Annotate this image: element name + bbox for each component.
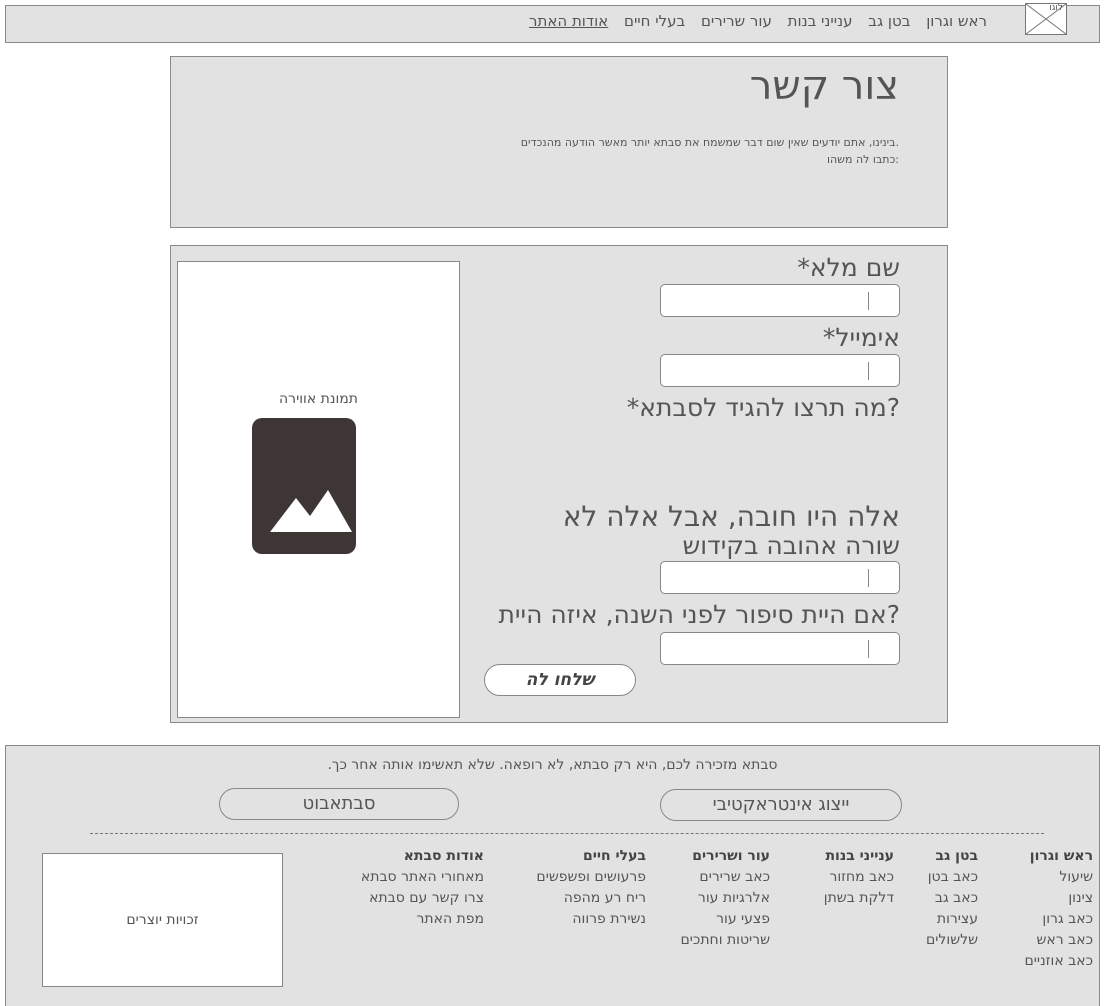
footer-column-heading[interactable]: ראש וגרון: [1025, 846, 1093, 867]
mood-image-box: תמונת אווירה: [177, 261, 460, 718]
story-label: ?אם היית סיפור לפני השנה, איזה היית: [498, 600, 900, 629]
footer-link[interactable]: מפת האתר: [361, 909, 484, 930]
message-area[interactable]: [600, 428, 900, 488]
copyright-box: זכויות יוצרים: [42, 853, 283, 987]
email-label: אימייל*: [822, 323, 900, 352]
footer-link[interactable]: כאב מחזור: [824, 867, 894, 888]
footer-column-about: אודות סבתא מאחורי האתר סבתא צרו קשר עם ס…: [361, 846, 484, 930]
contact-header-panel: צור קשר .בינינו, אתם יודעים שאין שום דבר…: [170, 56, 948, 228]
story-field[interactable]: [660, 632, 900, 665]
footer-column-skin-muscles: עור ושרירים כאב שרירים אלרגיות עור פצעי …: [681, 846, 770, 951]
text-caret: [868, 569, 869, 587]
footer-link[interactable]: נשירת פרווה: [536, 909, 646, 930]
footer-link[interactable]: אלרגיות עור: [681, 888, 770, 909]
main-nav: ראש וגרון בטן גב ענייני בנות עור שרירים …: [518, 12, 987, 30]
footer-column-girls: ענייני בנות כאב מחזור דלקת בשתן: [824, 846, 894, 909]
footer-column-heading[interactable]: ענייני בנות: [824, 846, 894, 867]
footer-link[interactable]: פצעי עור: [681, 909, 770, 930]
message-label: ?מה תרצו להגיד לסבתא*: [626, 393, 900, 422]
email-field[interactable]: [660, 354, 900, 387]
name-field[interactable]: [660, 284, 900, 317]
text-caret: [868, 640, 869, 658]
nav-item-girls[interactable]: ענייני בנות: [788, 12, 853, 30]
footer-link[interactable]: צרו קשר עם סבתא: [361, 888, 484, 909]
footer-link[interactable]: כאב בטן: [926, 867, 978, 888]
footer-link[interactable]: עצירות: [926, 909, 978, 930]
footer-link[interactable]: שלשולים: [926, 930, 978, 951]
nav-item-head-throat[interactable]: ראש וגרון: [926, 12, 987, 30]
nav-item-skin-muscles[interactable]: עור שרירים: [701, 12, 772, 30]
logo-text: לוגו: [1049, 3, 1063, 13]
footer-column-belly-back: בטן גב כאב בטן כאב גב עצירות שלשולים: [926, 846, 978, 951]
image-caption: תמונת אווירה: [279, 391, 358, 407]
footer-column-heading[interactable]: בטן גב: [926, 846, 978, 867]
footer-column-heading[interactable]: עור ושרירים: [681, 846, 770, 867]
nav-item-belly-back[interactable]: בטן גב: [868, 12, 910, 30]
footer-link[interactable]: כאב אוזניים: [1025, 951, 1093, 972]
footer-column-heading[interactable]: בעלי חיים: [536, 846, 646, 867]
footer-column-heading[interactable]: אודות סבתא: [361, 846, 484, 867]
footer-link[interactable]: דלקת בשתן: [824, 888, 894, 909]
text-caret: [868, 362, 869, 380]
name-label: שם מלא*: [797, 253, 900, 282]
footer-link[interactable]: מאחורי האתר סבתא: [361, 867, 484, 888]
footer-link[interactable]: כאב ראש: [1025, 930, 1094, 951]
logo-placeholder[interactable]: לוגו: [1025, 3, 1067, 35]
sabotbot-button[interactable]: סבתאבוט: [219, 788, 459, 820]
verse-label: שורה אהובה בקידוש: [682, 531, 900, 560]
intro-text-line-2: :כתבו לה משהו: [827, 153, 899, 166]
footer-column-animals: בעלי חיים פרעושים ופשפשים ריח רע מהפה נש…: [536, 846, 646, 930]
image-placeholder-icon: [252, 418, 356, 554]
interactive-representation-button[interactable]: ייצוג אינטראקטיבי: [660, 789, 902, 821]
footer-link[interactable]: כאב גרון: [1025, 909, 1093, 930]
verse-field[interactable]: [660, 561, 900, 594]
page-title: צור קשר: [749, 63, 899, 109]
footer-link[interactable]: פרעושים ופשפשים: [536, 867, 646, 888]
footer-link[interactable]: שיעול: [1025, 867, 1093, 888]
footer-link[interactable]: שריטות וחתכים: [681, 930, 770, 951]
text-caret: [868, 292, 869, 310]
footer-link[interactable]: כאב גב: [926, 888, 978, 909]
footer-link[interactable]: ריח רע מהפה: [536, 888, 646, 909]
send-button[interactable]: שלחו לה: [484, 664, 636, 696]
footer-link[interactable]: כאב שרירים: [681, 867, 770, 888]
footer-divider: [90, 833, 1044, 834]
footer-disclaimer: .סבתא מזכירה לכם, היא רק סבתא, לא רופאה.…: [327, 757, 778, 773]
footer-link[interactable]: צינון: [1025, 888, 1093, 909]
nav-item-about[interactable]: אודות האתר: [529, 12, 608, 30]
nav-item-animals[interactable]: בעלי חיים: [624, 12, 685, 30]
intro-text-line-1: .בינינו, אתם יודעים שאין שום דבר שמשמח א…: [520, 136, 899, 149]
footer-column-head-throat: ראש וגרון שיעול צינון כאב גרון כאב ראש כ…: [1025, 846, 1093, 972]
optional-heading: אלה היו חובה, אבל אלה לא: [562, 500, 900, 533]
